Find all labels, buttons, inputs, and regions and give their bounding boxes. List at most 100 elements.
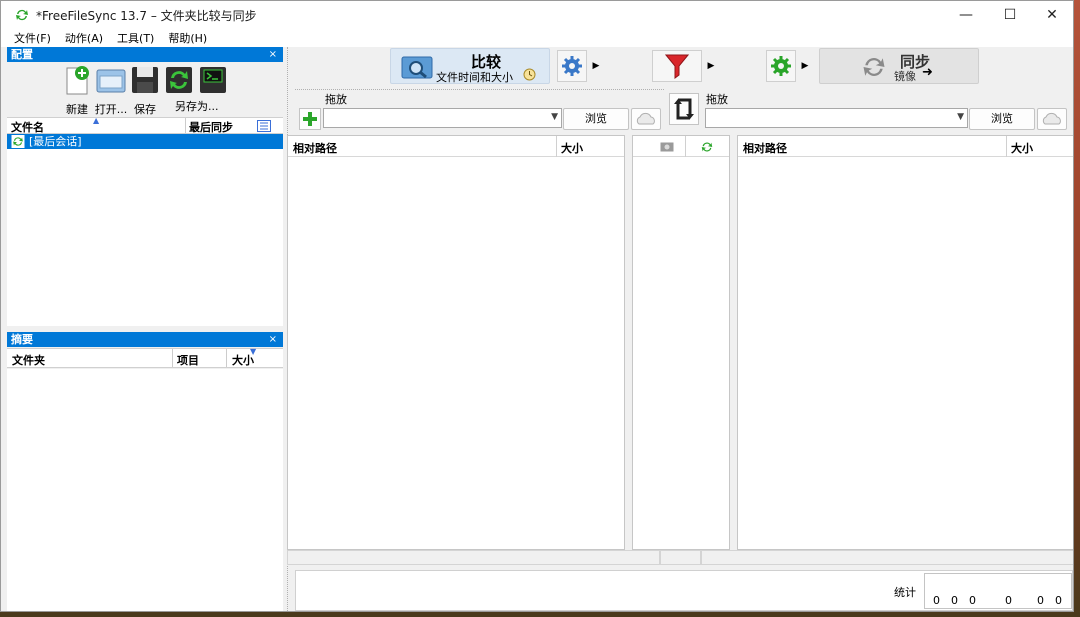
sync-subtitle: 镜像 [894, 70, 916, 83]
right-status-bar [701, 550, 1073, 565]
stat-value-3: 0 [969, 594, 976, 607]
column-divider [226, 349, 227, 367]
compare-dropdown-arrow[interactable]: ▶ [590, 48, 602, 84]
left-browse-button[interactable]: 浏览 [563, 108, 629, 130]
summary-col-items[interactable]: 项目 [177, 352, 199, 368]
chevron-down-icon[interactable]: ▼ [551, 112, 558, 122]
close-button[interactable]: ✕ [1029, 1, 1073, 29]
right-browse-button[interactable]: 浏览 [969, 108, 1035, 130]
cloud-icon [1042, 112, 1061, 125]
minimize-icon: — [959, 7, 973, 23]
save-icon [132, 67, 158, 93]
column-divider [685, 136, 686, 157]
sort-descending-icon: ▼ [250, 347, 257, 356]
right-cloud-button[interactable] [1037, 108, 1067, 130]
minimize-button[interactable]: — [943, 1, 989, 29]
new-config-icon [66, 66, 89, 95]
sync-settings-button[interactable] [766, 50, 796, 82]
plus-icon [303, 112, 317, 126]
new-config-button[interactable]: 新建 [59, 62, 95, 117]
menu-file[interactable]: 文件(F) [7, 30, 58, 46]
save-as-button[interactable] [195, 62, 231, 101]
summary-panel-title: 摘要 [11, 333, 33, 346]
config-panel-header: 配置 × [7, 47, 283, 62]
config-panel: 新建 打开... 保存 另存为... 文件名 ▲ 最后同步 [最后会话] [7, 62, 283, 326]
save-as-label: 另存为... [175, 100, 219, 113]
compare-subtitle: 文件时间和大小 [436, 71, 513, 84]
compare-icon [401, 56, 433, 79]
column-divider [1006, 136, 1007, 157]
left-file-grid[interactable]: 相对路径 大小 [287, 135, 625, 550]
left-col-size[interactable]: 大小 [561, 140, 583, 156]
left-grid-header: 相对路径 大小 [288, 136, 624, 157]
config-list [7, 134, 283, 326]
column-divider [185, 118, 186, 133]
sync-action-icon[interactable] [700, 140, 714, 154]
menu-actions[interactable]: 动作(A) [58, 30, 110, 46]
config-item-name: [最后会话] [29, 135, 82, 148]
save-button[interactable]: 保存 [127, 62, 163, 117]
main-toolbar: 比较 文件时间和大小 ▶ ▶ ▶ 同步 镜像 ➜ [291, 47, 1073, 85]
compare-settings-button[interactable] [557, 50, 587, 82]
maximize-icon: ☐ [1003, 7, 1017, 23]
stat-value-1: 0 [933, 594, 940, 607]
middle-grid-header [633, 136, 729, 157]
config-col-filename[interactable]: 文件名 [11, 119, 44, 135]
swap-sides-button[interactable] [669, 93, 699, 125]
close-icon: ✕ [1046, 7, 1058, 23]
stat-value-6: 0 [1055, 594, 1062, 607]
left-folder-bar: 拖放 ▼ 浏览 [295, 89, 664, 133]
column-options-icon[interactable] [257, 120, 271, 132]
summary-list-header: 文件夹 项目 大小 ▼ [7, 347, 283, 368]
left-col-relative-path[interactable]: 相对路径 [293, 140, 337, 156]
save-label: 保存 [134, 103, 156, 116]
right-drag-label: 拖放 [706, 93, 728, 106]
right-folder-input[interactable]: ▼ [705, 108, 968, 128]
open-config-label: 打开... [94, 103, 128, 116]
summary-col-folder[interactable]: 文件夹 [12, 352, 45, 368]
filter-funnel-icon [665, 54, 689, 79]
summary-list [7, 369, 283, 611]
checkbox-column-icon[interactable] [660, 141, 674, 152]
synchronize-button[interactable]: 同步 镜像 ➜ [819, 48, 979, 84]
sync-gray-icon [863, 58, 885, 76]
log-pane: 统计 0 0 0 0 0 0 [295, 570, 1073, 611]
middle-action-grid[interactable] [632, 135, 730, 550]
filter-button[interactable] [652, 50, 702, 82]
compare-button[interactable]: 比较 文件时间和大小 [390, 48, 550, 84]
left-drag-label: 拖放 [325, 93, 347, 106]
stat-value-5: 0 [1037, 594, 1044, 607]
config-col-last-sync[interactable]: 最后同步 [189, 119, 233, 135]
save-as-batch-button[interactable] [161, 62, 197, 101]
column-divider [556, 136, 557, 157]
chevron-down-icon[interactable]: ▼ [957, 112, 964, 122]
left-cloud-button[interactable] [631, 108, 661, 130]
right-folder-bar: 拖放 ▼ 浏览 [701, 89, 1073, 133]
app-window: *FreeFileSync 13.7 – 文件夹比较与同步 — ☐ ✕ 文件(F… [0, 0, 1074, 612]
menu-help[interactable]: 帮助(H) [161, 30, 214, 46]
open-config-button[interactable]: 打开... [93, 62, 129, 117]
maximize-button[interactable]: ☐ [987, 1, 1033, 29]
swap-icon [674, 98, 694, 120]
arrow-right-icon: ➜ [922, 65, 933, 80]
config-panel-close-icon[interactable]: × [269, 47, 277, 62]
stat-value-2: 0 [951, 594, 958, 607]
open-config-icon [96, 69, 126, 93]
config-list-item[interactable]: [最后会话] [7, 134, 283, 149]
statistics-label: 统计 [894, 586, 916, 599]
filter-dropdown-arrow[interactable]: ▶ [705, 48, 717, 84]
middle-status-bar [660, 550, 701, 565]
right-col-size[interactable]: 大小 [1011, 140, 1033, 156]
save-as-icon [200, 67, 226, 93]
right-col-relative-path[interactable]: 相对路径 [743, 140, 787, 156]
summary-panel-close-icon[interactable]: × [269, 332, 277, 347]
window-title: *FreeFileSync 13.7 – 文件夹比较与同步 [36, 8, 257, 23]
stat-value-4: 0 [1005, 594, 1012, 607]
left-folder-input[interactable]: ▼ [323, 108, 562, 128]
sync-dropdown-arrow[interactable]: ▶ [799, 48, 811, 84]
menu-tools[interactable]: 工具(T) [110, 30, 161, 46]
add-folder-pair-button[interactable] [299, 108, 321, 130]
new-config-label: 新建 [66, 103, 88, 116]
save-sync-icon [166, 67, 192, 93]
right-file-grid[interactable]: 相对路径 大小 [737, 135, 1073, 550]
